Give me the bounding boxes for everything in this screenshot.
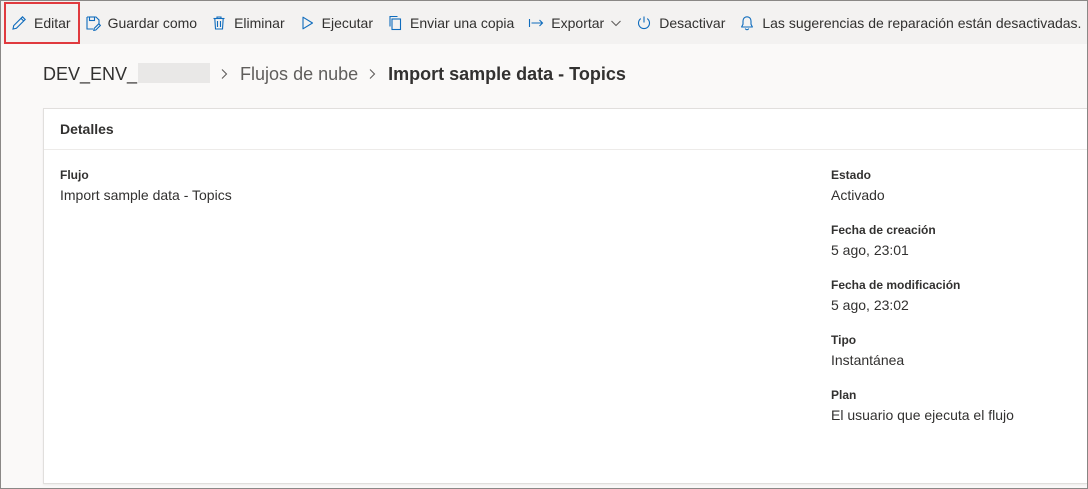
chevron-right-icon xyxy=(218,67,232,81)
save-as-button[interactable]: Guardar como xyxy=(79,3,205,43)
edit-button[interactable]: Editar xyxy=(4,1,80,44)
send-copy-button[interactable]: Enviar una copia xyxy=(381,3,522,43)
save-as-icon xyxy=(85,15,101,31)
flow-value: Import sample data - Topics xyxy=(60,187,232,203)
chevron-down-icon xyxy=(610,17,622,29)
page-content: DEV_ENV_ Flujos de nube Import sample da… xyxy=(1,44,1087,488)
details-header: Detalles xyxy=(44,109,1087,150)
status-field: Estado Activado xyxy=(831,168,1071,223)
trash-icon xyxy=(211,15,227,31)
send-copy-label: Enviar una copia xyxy=(410,14,515,31)
status-label: Estado xyxy=(831,168,872,182)
flow-field: Flujo Import sample data - Topics xyxy=(60,168,232,203)
redacted-block xyxy=(138,63,211,83)
breadcrumb-cloud-flows[interactable]: Flujos de nube xyxy=(240,64,358,85)
power-icon xyxy=(636,15,652,31)
export-button[interactable]: Exportar xyxy=(522,3,630,43)
repair-suggestions-button[interactable]: Las sugerencias de reparación están desa… xyxy=(733,3,1088,43)
properties-column: Estado Activado Fecha de creación 5 ago,… xyxy=(831,168,1071,443)
details-card: Detalles Flujo Import sample data - Topi… xyxy=(43,108,1087,484)
edit-label: Editar xyxy=(34,14,71,31)
pencil-icon xyxy=(11,15,27,31)
environment-label: DEV_ENV_ xyxy=(43,64,138,84)
status-value: Activado xyxy=(831,187,885,203)
plan-field: Plan El usuario que ejecuta el flujo xyxy=(831,388,1071,443)
copy-icon xyxy=(387,15,403,31)
play-icon xyxy=(299,15,315,31)
command-bar: Editar Guardar como Eliminar Ejecutar En… xyxy=(1,1,1087,44)
export-label: Exportar xyxy=(551,14,605,31)
chevron-right-icon xyxy=(366,67,380,81)
plan-value: El usuario que ejecuta el flujo xyxy=(831,407,1014,423)
created-field: Fecha de creación 5 ago, 23:01 xyxy=(831,223,1071,278)
type-field: Tipo Instantánea xyxy=(831,333,1071,388)
created-value: 5 ago, 23:01 xyxy=(831,242,909,258)
plan-label: Plan xyxy=(831,388,857,402)
run-label: Ejecutar xyxy=(321,14,373,31)
type-label: Tipo xyxy=(831,333,857,347)
save-as-label: Guardar como xyxy=(107,14,198,31)
deactivate-button[interactable]: Desactivar xyxy=(630,3,733,43)
delete-button[interactable]: Eliminar xyxy=(205,3,293,43)
modified-label: Fecha de modificación xyxy=(831,278,961,292)
run-button[interactable]: Ejecutar xyxy=(293,3,381,43)
breadcrumb-current: Import sample data - Topics xyxy=(388,63,626,84)
export-icon xyxy=(528,15,544,31)
modified-field: Fecha de modificación 5 ago, 23:02 xyxy=(831,278,1071,333)
modified-value: 5 ago, 23:02 xyxy=(831,297,909,313)
deactivate-label: Desactivar xyxy=(659,14,726,31)
type-value: Instantánea xyxy=(831,352,905,368)
delete-label: Eliminar xyxy=(234,14,285,31)
created-label: Fecha de creación xyxy=(831,223,936,237)
bell-icon xyxy=(739,15,755,31)
breadcrumb-environment[interactable]: DEV_ENV_ xyxy=(43,63,211,85)
repair-suggestions-label: Las sugerencias de reparación están desa… xyxy=(762,14,1082,31)
breadcrumb: DEV_ENV_ Flujos de nube Import sample da… xyxy=(43,63,626,85)
flow-label: Flujo xyxy=(60,168,89,182)
